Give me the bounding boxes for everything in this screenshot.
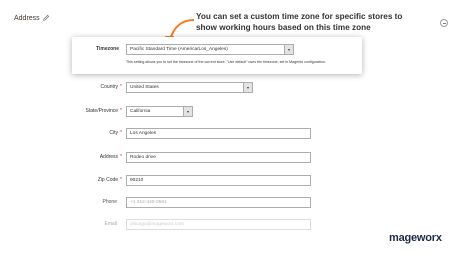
city-label: City *: [109, 130, 122, 136]
address-label: Address *: [99, 154, 122, 160]
country-label: Country *: [100, 84, 122, 90]
annotation-text: You can set a custom time zone for speci…: [196, 12, 403, 32]
email-input[interactable]: chicago@mageworx.com: [126, 219, 311, 230]
timezone-label: Timezone: [96, 46, 119, 52]
phone-label: Phone: [102, 199, 117, 205]
collapse-icon[interactable]: [440, 19, 448, 27]
phone-input[interactable]: +1 312-440-0581: [126, 197, 311, 208]
zip-input[interactable]: 90210: [126, 175, 311, 186]
address-input[interactable]: Rodeo drive: [126, 152, 311, 163]
zip-label: Zip Code *: [97, 177, 122, 183]
chevron-down-icon: [284, 45, 293, 54]
timezone-note: This setting allows you to set the timez…: [126, 60, 326, 64]
brand-logo: mageworx: [389, 232, 442, 244]
email-label: Email: [104, 221, 117, 227]
pencil-icon[interactable]: [42, 14, 50, 22]
city-input[interactable]: Los Angeles: [126, 128, 311, 139]
country-select[interactable]: United States: [126, 82, 253, 93]
state-select[interactable]: California: [126, 106, 193, 117]
section-title: Address: [14, 15, 40, 22]
timezone-popup: Timezone Pacific Standard Time (America/…: [72, 37, 362, 74]
chevron-down-icon: [183, 107, 192, 116]
state-label: State/Province *: [85, 108, 122, 114]
timezone-select[interactable]: Pacific Standard Time (America/Los_Angel…: [126, 44, 294, 55]
chevron-down-icon: [243, 83, 252, 92]
